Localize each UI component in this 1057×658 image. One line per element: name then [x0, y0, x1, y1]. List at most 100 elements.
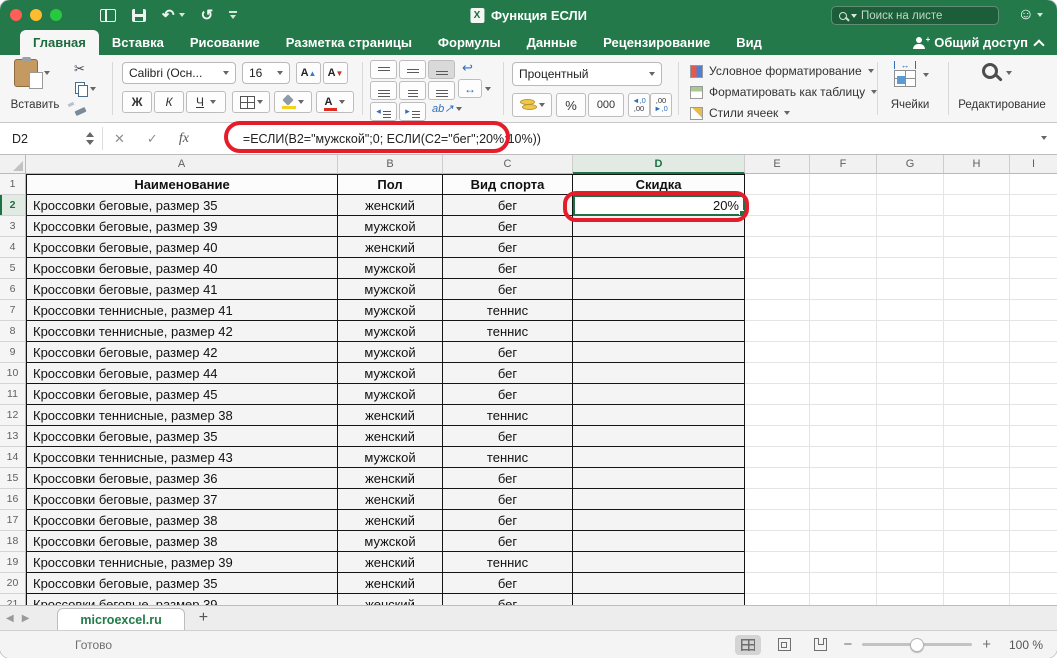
insert-function-icon[interactable]: fx — [169, 131, 199, 147]
data-cell[interactable] — [573, 342, 745, 363]
empty-cell[interactable] — [745, 216, 810, 237]
empty-cell[interactable] — [1010, 195, 1057, 216]
empty-cell[interactable] — [810, 573, 877, 594]
data-cell[interactable]: бег — [443, 426, 573, 447]
undo-button[interactable]: ↶ — [162, 8, 185, 23]
data-cell[interactable] — [573, 237, 745, 258]
align-middle-button[interactable] — [399, 60, 426, 79]
empty-cell[interactable] — [1010, 405, 1057, 426]
empty-cell[interactable] — [810, 510, 877, 531]
empty-cell[interactable] — [1010, 573, 1057, 594]
empty-cell[interactable] — [1010, 552, 1057, 573]
data-cell[interactable]: женский — [338, 573, 443, 594]
normal-view-button[interactable] — [735, 635, 761, 655]
empty-cell[interactable] — [1010, 594, 1057, 605]
row-header-7[interactable]: 7 — [0, 300, 26, 321]
column-header-E[interactable]: E — [745, 155, 810, 174]
selected-cell-D2[interactable]: 20% — [573, 195, 745, 216]
data-cell[interactable]: женский — [338, 510, 443, 531]
tab-Рисование[interactable]: Рисование — [177, 30, 273, 55]
empty-cell[interactable] — [877, 342, 944, 363]
empty-cell[interactable] — [810, 300, 877, 321]
data-cell[interactable] — [573, 363, 745, 384]
empty-cell[interactable] — [944, 216, 1010, 237]
empty-cell[interactable] — [810, 384, 877, 405]
data-cell[interactable]: бег — [443, 258, 573, 279]
column-header-I[interactable]: I — [1010, 155, 1057, 174]
row-header-8[interactable]: 8 — [0, 321, 26, 342]
number-format-combo[interactable]: Процентный — [512, 62, 662, 86]
data-cell[interactable]: бег — [443, 531, 573, 552]
next-sheet-icon[interactable]: ▶ — [20, 613, 36, 630]
empty-cell[interactable] — [877, 258, 944, 279]
empty-cell[interactable] — [810, 363, 877, 384]
data-cell[interactable]: Кроссовки беговые, размер 38 — [26, 510, 338, 531]
row-header-14[interactable]: 14 — [0, 447, 26, 468]
empty-cell[interactable] — [745, 384, 810, 405]
data-cell[interactable]: теннис — [443, 321, 573, 342]
empty-cell[interactable] — [944, 531, 1010, 552]
data-cell[interactable]: бег — [443, 342, 573, 363]
empty-cell[interactable] — [745, 279, 810, 300]
empty-cell[interactable] — [810, 321, 877, 342]
data-cell[interactable]: Кроссовки беговые, размер 44 — [26, 363, 338, 384]
empty-cell[interactable] — [810, 216, 877, 237]
empty-cell[interactable] — [810, 258, 877, 279]
zoom-slider-thumb[interactable] — [910, 638, 924, 652]
page-break-view-button[interactable] — [807, 635, 833, 655]
data-cell[interactable]: бег — [443, 573, 573, 594]
empty-cell[interactable] — [944, 384, 1010, 405]
decrease-decimal-button[interactable]: ,00►,0 — [650, 93, 672, 117]
row-header-3[interactable]: 3 — [0, 216, 26, 237]
empty-cell[interactable] — [944, 279, 1010, 300]
data-cell[interactable]: Кроссовки теннисные, размер 42 — [26, 321, 338, 342]
empty-cell[interactable] — [877, 468, 944, 489]
cancel-icon[interactable]: ✕ — [103, 131, 136, 147]
data-cell[interactable]: женский — [338, 426, 443, 447]
row-header-4[interactable]: 4 — [0, 237, 26, 258]
data-cell[interactable]: бег — [443, 468, 573, 489]
empty-cell[interactable] — [877, 321, 944, 342]
empty-cell[interactable] — [810, 237, 877, 258]
empty-cell[interactable] — [877, 300, 944, 321]
data-cell[interactable] — [573, 573, 745, 594]
collapse-ribbon-icon[interactable] — [1033, 39, 1044, 50]
empty-cell[interactable] — [944, 405, 1010, 426]
underline-button[interactable]: Ч — [186, 91, 226, 113]
empty-cell[interactable] — [944, 237, 1010, 258]
data-cell[interactable]: теннис — [443, 405, 573, 426]
empty-cell[interactable] — [745, 573, 810, 594]
empty-cell[interactable] — [745, 489, 810, 510]
empty-cell[interactable] — [810, 279, 877, 300]
zoom-window-button[interactable] — [50, 9, 62, 21]
save-icon[interactable] — [132, 9, 146, 22]
empty-cell[interactable] — [810, 342, 877, 363]
copy-button[interactable] — [75, 82, 96, 95]
search-input[interactable]: Поиск на листе — [831, 6, 999, 25]
font-size-combo[interactable]: 16 — [242, 62, 290, 84]
align-center-button[interactable] — [399, 81, 426, 100]
align-right-button[interactable] — [428, 81, 455, 100]
empty-cell[interactable] — [877, 447, 944, 468]
row-header-17[interactable]: 17 — [0, 510, 26, 531]
tab-Разметка страницы[interactable]: Разметка страницы — [273, 30, 425, 55]
empty-cell[interactable] — [944, 342, 1010, 363]
empty-cell[interactable] — [1010, 489, 1057, 510]
data-cell[interactable]: мужской — [338, 258, 443, 279]
data-cell[interactable]: женский — [338, 552, 443, 573]
row-header-16[interactable]: 16 — [0, 489, 26, 510]
prev-sheet-icon[interactable]: ◀ — [0, 613, 20, 630]
empty-cell[interactable] — [1010, 426, 1057, 447]
feedback-button[interactable]: ☺ — [1018, 0, 1043, 30]
align-bottom-button[interactable] — [428, 60, 455, 79]
empty-cell[interactable] — [1010, 468, 1057, 489]
empty-cell[interactable] — [745, 300, 810, 321]
data-cell[interactable]: Кроссовки беговые, размер 39 — [26, 216, 338, 237]
data-cell[interactable]: теннис — [443, 447, 573, 468]
italic-button[interactable]: К — [154, 91, 184, 113]
data-cell[interactable]: Кроссовки беговые, размер 40 — [26, 237, 338, 258]
empty-cell[interactable] — [1010, 510, 1057, 531]
empty-cell[interactable] — [745, 174, 810, 195]
row-header-18[interactable]: 18 — [0, 531, 26, 552]
data-cell[interactable]: бег — [443, 384, 573, 405]
